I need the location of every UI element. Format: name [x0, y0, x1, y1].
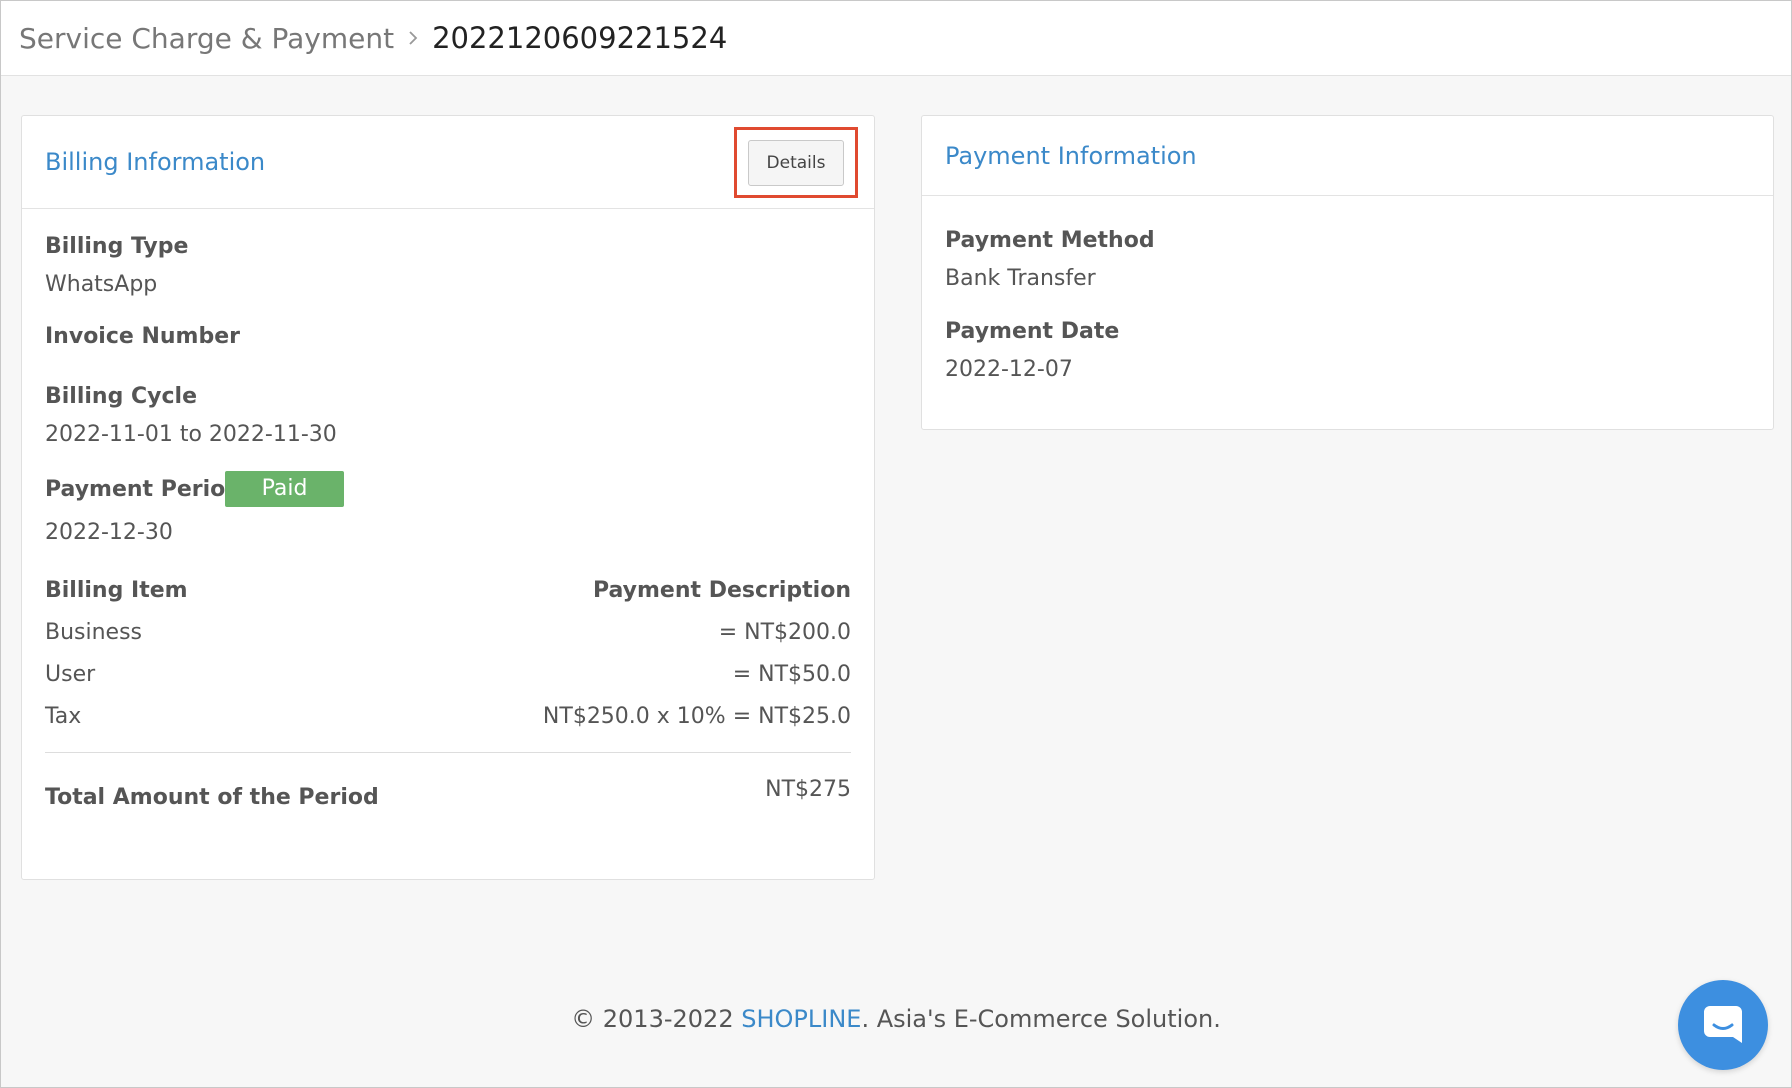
payment-method-label: Payment Method — [945, 228, 1155, 253]
payment-period-value: 2022-12-30 — [45, 520, 173, 545]
billing-item-header: Billing Item — [45, 578, 188, 603]
payment-information-panel: Payment Information Payment Method Bank … — [921, 115, 1774, 430]
breadcrumb-parent[interactable]: Service Charge & Payment — [19, 22, 394, 55]
details-highlight-frame: Details — [734, 127, 858, 198]
billing-item-name: User — [45, 662, 96, 687]
billing-item-name: Business — [45, 620, 143, 645]
details-button[interactable]: Details — [748, 139, 844, 186]
billing-type-label: Billing Type — [45, 234, 189, 259]
payment-date-label: Payment Date — [945, 319, 1120, 344]
billing-item-description: = NT$50.0 — [732, 662, 851, 687]
invoice-number-label: Invoice Number — [45, 324, 240, 349]
billing-panel-title: Billing Information — [45, 148, 266, 176]
chevron-right-icon — [406, 29, 420, 47]
payment-date-value: 2022-12-07 — [945, 357, 1073, 382]
billing-item-name: Tax — [45, 704, 82, 729]
billing-cycle-label: Billing Cycle — [45, 384, 197, 409]
top-bar: Service Charge & Payment 202212060922152… — [1, 1, 1791, 76]
total-divider — [45, 752, 851, 753]
footer-tagline: . Asia's E-Commerce Solution. — [861, 1005, 1221, 1033]
billing-item-description: = NT$200.0 — [718, 620, 851, 645]
payment-description-header: Payment Description — [592, 578, 851, 603]
status-badge: Paid — [225, 471, 344, 507]
billing-information-panel: Billing Information Details Billing Type… — [21, 115, 875, 880]
payment-panel-title: Payment Information — [945, 141, 1197, 170]
total-amount-value: NT$275 — [765, 777, 851, 802]
breadcrumb-current: 2022120609221524 — [432, 21, 728, 55]
chat-launcher-button[interactable] — [1678, 980, 1768, 1070]
payment-period-label: Payment Period — [45, 477, 242, 502]
shopline-link[interactable]: SHOPLINE — [741, 1005, 861, 1033]
total-amount-label: Total Amount of the Period — [45, 785, 379, 810]
billing-item-description: NT$250.0 x 10% = NT$25.0 — [542, 704, 851, 729]
billing-panel-header: Billing Information Details — [22, 116, 874, 209]
payment-panel-header: Payment Information — [922, 116, 1773, 196]
billing-type-value: WhatsApp — [45, 272, 158, 297]
footer: © 2013-2022 SHOPLINE. Asia's E-Commerce … — [1, 1005, 1791, 1033]
payment-method-value: Bank Transfer — [945, 266, 1096, 291]
chat-bubble-icon — [1704, 1006, 1742, 1043]
footer-copyright: © 2013-2022 — [571, 1005, 742, 1033]
billing-cycle-value: 2022-11-01 to 2022-11-30 — [45, 422, 337, 447]
